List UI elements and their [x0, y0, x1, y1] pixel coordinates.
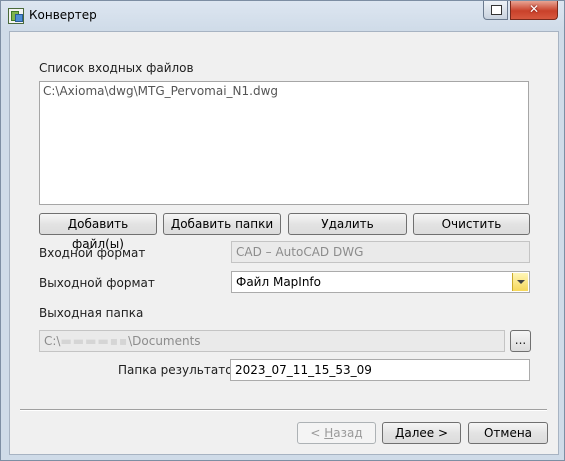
- output-format-label: Выходной формат: [39, 276, 155, 290]
- chevron-down-icon[interactable]: [512, 273, 528, 291]
- title-bar[interactable]: Конвертер ✕: [1, 1, 564, 31]
- back-accesskey: Н: [324, 426, 334, 440]
- results-folder-input[interactable]: 2023_07_11_15_53_09: [230, 359, 530, 381]
- clear-button[interactable]: Очистить: [413, 213, 530, 235]
- output-folder-label: Выходная папка: [39, 306, 144, 320]
- output-folder-tail: \Documents: [128, 334, 201, 348]
- restore-button[interactable]: [483, 1, 508, 20]
- restore-icon: [491, 5, 502, 15]
- close-button[interactable]: ✕: [510, 1, 558, 20]
- close-icon: ✕: [528, 2, 540, 16]
- cancel-button[interactable]: Отмена: [468, 422, 548, 444]
- output-folder-field: C:\▬▬▬▬▪▪\Documents: [39, 330, 505, 352]
- back-prefix: <: [310, 426, 325, 440]
- next-accesskey: Д: [394, 426, 405, 440]
- converter-window: Конвертер ✕ Список входных файлов C:\Axi…: [0, 0, 565, 461]
- next-button[interactable]: Далее >: [382, 422, 461, 444]
- input-format-label: Входной формат: [39, 246, 146, 260]
- window-title: Конвертер: [29, 8, 97, 22]
- results-folder-label: Папка результатов: [118, 363, 240, 377]
- dialog-body: Список входных файлов C:\Axioma\dwg\MTG_…: [9, 31, 559, 455]
- redacted-path-segment: ▬▬▬▬▪▪: [60, 334, 129, 348]
- input-files-list[interactable]: C:\Axioma\dwg\MTG_Pervomai_N1.dwg: [39, 81, 529, 205]
- output-format-value: Файл MapInfo: [236, 275, 322, 289]
- app-icon: [8, 8, 24, 24]
- browse-folder-button[interactable]: ...: [510, 330, 531, 352]
- output-folder-value: C:\: [44, 334, 61, 348]
- next-label: алее >: [404, 426, 449, 440]
- output-format-select[interactable]: Файл MapInfo: [231, 271, 530, 293]
- list-item[interactable]: C:\Axioma\dwg\MTG_Pervomai_N1.dwg: [43, 84, 278, 98]
- add-files-button[interactable]: Добавить файл(ы): [39, 213, 157, 251]
- input-format-field: CAD – AutoCAD DWG: [231, 241, 530, 263]
- back-button: < Назад: [297, 422, 376, 444]
- footer-divider: [20, 409, 547, 411]
- remove-button[interactable]: Удалить: [288, 213, 407, 235]
- input-files-label: Список входных файлов: [39, 61, 194, 75]
- add-folders-button[interactable]: Добавить папки: [163, 213, 281, 235]
- back-label: азад: [333, 426, 363, 440]
